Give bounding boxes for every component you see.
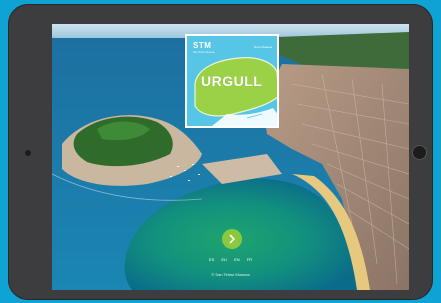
language-option-en[interactable]: EN (234, 257, 240, 262)
start-button[interactable] (222, 229, 242, 249)
brand-subtitle: San Telmo Museoa (193, 51, 215, 54)
app-screen: STM San Telmo Museoa Gure Museoa URGULL … (52, 24, 409, 290)
brand-secondary-text: Gure Museoa (253, 45, 272, 49)
tablet-frame: STM San Telmo Museoa Gure Museoa URGULL … (8, 4, 433, 300)
map-title: URGULL (201, 73, 263, 89)
camera-dot (25, 150, 31, 156)
language-option-eu[interactable]: EU (221, 257, 227, 262)
home-button[interactable] (412, 145, 427, 160)
language-option-es[interactable]: ES (209, 257, 214, 262)
logo-card: STM San Telmo Museoa Gure Museoa URGULL (185, 34, 279, 128)
language-selector: ES EU EN FR (52, 257, 409, 262)
chevron-right-icon (229, 234, 235, 244)
copyright-text: © San Telmo Museoa (211, 272, 250, 277)
brand-logo-text: STM (193, 41, 212, 50)
language-option-fr[interactable]: FR (247, 257, 252, 262)
